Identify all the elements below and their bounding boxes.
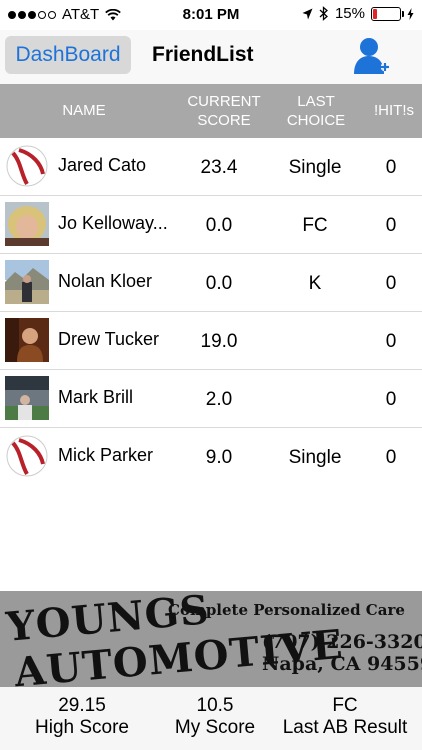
avatar-photo bbox=[5, 202, 49, 246]
my-score-stat: 10.5 My Score bbox=[160, 695, 270, 739]
location-arrow-icon bbox=[302, 8, 313, 19]
table-row[interactable]: Jo Kelloway... 0.0 FC 0 bbox=[0, 196, 422, 254]
last-ab-value: FC bbox=[332, 695, 358, 716]
add-friend-icon[interactable] bbox=[352, 34, 392, 78]
table-row[interactable]: Mick Parker 9.0 Single 0 bbox=[0, 428, 422, 486]
player-hits: 0 bbox=[385, 157, 397, 178]
ad-phone: (707) 226-3320 bbox=[262, 631, 422, 653]
ad-city: Napa, CA 94559 bbox=[262, 653, 422, 675]
player-last-choice: Single bbox=[288, 157, 342, 178]
bluetooth-icon bbox=[319, 6, 328, 21]
table-header: NAME CURRENT SCORE LAST CHOICE !HIT!s bbox=[0, 84, 422, 138]
battery-percent: 15% bbox=[334, 5, 365, 22]
column-header-last-choice: LAST CHOICE bbox=[276, 92, 356, 130]
player-hits: 0 bbox=[385, 447, 397, 468]
column-header-current-line2: SCORE bbox=[197, 112, 251, 129]
player-score: 2.0 bbox=[205, 389, 233, 410]
player-name: Drew Tucker bbox=[58, 329, 160, 349]
navigation-bar: DashBoard FriendList bbox=[0, 30, 422, 84]
ad-tagline: Complete Personalized Care bbox=[168, 601, 405, 619]
last-ab-label: Last AB Result bbox=[282, 717, 408, 738]
player-hits: 0 bbox=[385, 273, 397, 294]
column-header-current-line1: CURRENT bbox=[187, 93, 261, 110]
player-last-choice: FC bbox=[302, 215, 328, 236]
avatar-photo bbox=[5, 376, 49, 420]
player-hits: 0 bbox=[385, 331, 397, 352]
player-hits: 0 bbox=[385, 215, 397, 236]
table-row[interactable]: Drew Tucker 19.0 0 bbox=[0, 312, 422, 370]
battery-level bbox=[373, 8, 377, 19]
friend-list: Jared Cato 23.4 Single 0 Jo Kelloway... … bbox=[0, 138, 422, 486]
status-bar: AT&T 8:01 PM 15% bbox=[0, 0, 422, 30]
player-score: 0.0 bbox=[205, 215, 233, 236]
table-row[interactable]: Nolan Kloer 0.0 K 0 bbox=[0, 254, 422, 312]
table-row[interactable]: Jared Cato 23.4 Single 0 bbox=[0, 138, 422, 196]
avatar-photo bbox=[5, 318, 49, 362]
high-score-stat: 29.15 High Score bbox=[20, 695, 144, 739]
column-header-last-line2: CHOICE bbox=[286, 112, 346, 129]
page-title: FriendList bbox=[152, 43, 254, 66]
player-score: 23.4 bbox=[200, 157, 238, 178]
my-score-value: 10.5 bbox=[196, 695, 234, 716]
battery-icon bbox=[371, 6, 404, 21]
player-last-choice: Single bbox=[288, 447, 342, 468]
player-score: 9.0 bbox=[205, 447, 233, 468]
player-score: 0.0 bbox=[205, 273, 233, 294]
player-name: Jared Cato bbox=[58, 155, 147, 175]
last-ab-stat: FC Last AB Result bbox=[272, 695, 418, 739]
player-name: Mick Parker bbox=[58, 445, 154, 465]
column-header-hits: !HIT!s bbox=[374, 102, 414, 119]
high-score-label: High Score bbox=[35, 717, 129, 738]
avatar-photo bbox=[5, 260, 49, 304]
baseball-icon bbox=[5, 144, 49, 188]
stats-footer: 29.15 High Score 10.5 My Score FC Last A… bbox=[0, 687, 422, 750]
my-score-label: My Score bbox=[174, 717, 256, 738]
column-header-last-line1: LAST bbox=[297, 93, 335, 110]
ad-banner[interactable]: YOUNGS AUTOMOTIVE Complete Personalized … bbox=[0, 591, 422, 687]
charging-bolt-icon bbox=[407, 7, 414, 20]
player-last-choice: K bbox=[308, 273, 322, 294]
player-hits: 0 bbox=[385, 389, 397, 410]
player-score: 19.0 bbox=[200, 331, 238, 352]
player-name: Nolan Kloer bbox=[58, 271, 153, 291]
high-score-value: 29.15 bbox=[58, 695, 106, 716]
status-right-group: 15% bbox=[302, 5, 414, 22]
column-header-current-score: CURRENT SCORE bbox=[180, 92, 268, 130]
dashboard-back-button[interactable]: DashBoard bbox=[5, 36, 131, 74]
baseball-icon bbox=[5, 434, 49, 478]
table-row[interactable]: Mark Brill 2.0 0 bbox=[0, 370, 422, 428]
player-name: Jo Kelloway... bbox=[58, 213, 168, 233]
column-header-name: NAME bbox=[62, 102, 106, 119]
player-name: Mark Brill bbox=[58, 387, 133, 407]
